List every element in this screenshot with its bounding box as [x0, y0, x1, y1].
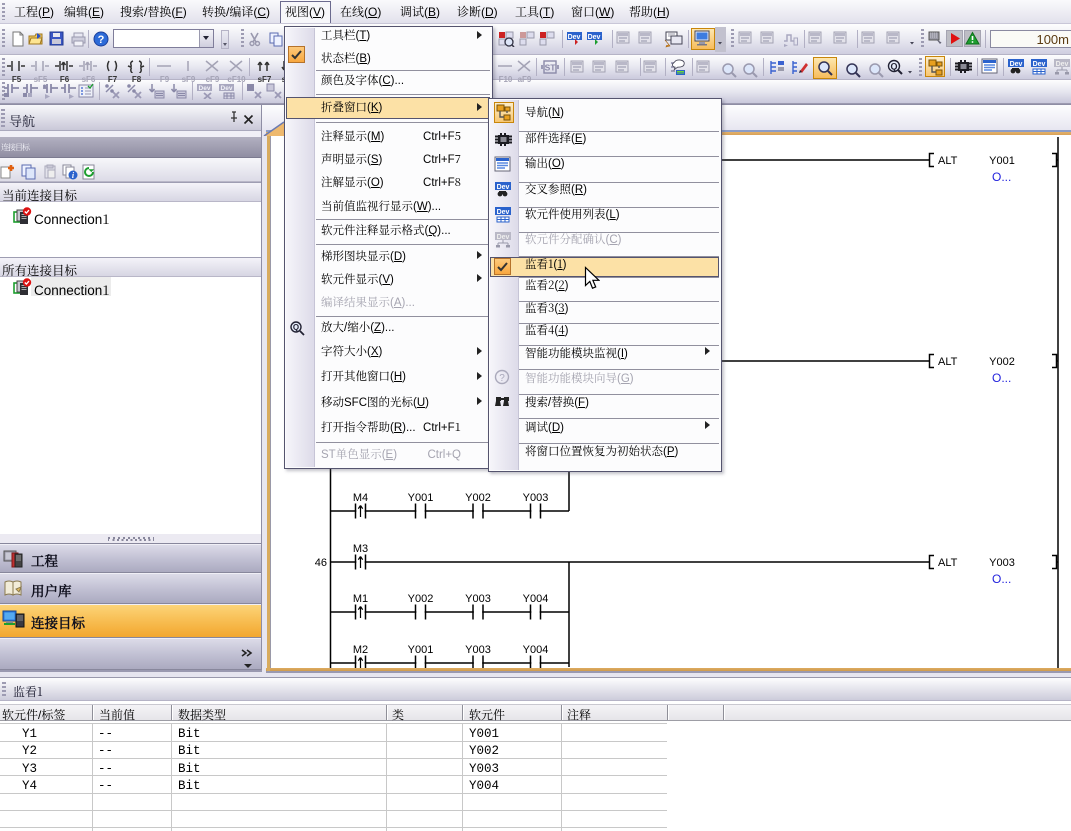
svg-text:Y001: Y001: [408, 644, 434, 656]
svg-text:?: ?: [499, 373, 505, 384]
svg-text:ALT: ALT: [938, 155, 958, 167]
svg-text:Dev: Dev: [568, 34, 581, 41]
svg-text:Q: Q: [890, 62, 897, 72]
svg-text:Y004: Y004: [523, 644, 549, 656]
svg-text:M1: M1: [353, 593, 368, 605]
svg-text:Dev: Dev: [497, 184, 510, 191]
svg-text:Y001: Y001: [989, 155, 1015, 167]
svg-text:Y003: Y003: [465, 593, 491, 605]
svg-text:Dev: Dev: [1010, 61, 1023, 68]
svg-text:ALT: ALT: [938, 356, 958, 368]
svg-text:ALT: ALT: [938, 557, 958, 569]
svg-text:Y003: Y003: [989, 557, 1015, 569]
svg-text:O...: O...: [992, 371, 1011, 385]
svg-text:Y002: Y002: [408, 593, 434, 605]
svg-text:Q: Q: [293, 323, 299, 332]
svg-text:46: 46: [315, 557, 327, 569]
svg-text:Dev: Dev: [1033, 61, 1046, 68]
svg-text:ST: ST: [545, 63, 557, 73]
svg-text:?: ?: [98, 34, 105, 46]
svg-text:Dev: Dev: [497, 209, 510, 216]
svg-text:M2: M2: [353, 644, 368, 656]
svg-text:Y003: Y003: [465, 644, 491, 656]
svg-text:Y002: Y002: [989, 356, 1015, 368]
svg-text:Dev: Dev: [1056, 61, 1069, 68]
svg-text:O...: O...: [992, 572, 1011, 586]
svg-text:Dev: Dev: [588, 34, 601, 41]
svg-text:Dev: Dev: [221, 85, 233, 92]
svg-text:M3: M3: [353, 543, 368, 555]
svg-text:O...: O...: [992, 170, 1011, 184]
svg-text:Dev: Dev: [497, 234, 510, 241]
svg-text:Y002: Y002: [465, 492, 491, 504]
svg-text:Y003: Y003: [523, 492, 549, 504]
svg-text:Y004: Y004: [523, 593, 549, 605]
svg-text:M4: M4: [353, 492, 368, 504]
svg-text:Dev: Dev: [199, 85, 211, 92]
svg-text:Y001: Y001: [408, 492, 434, 504]
